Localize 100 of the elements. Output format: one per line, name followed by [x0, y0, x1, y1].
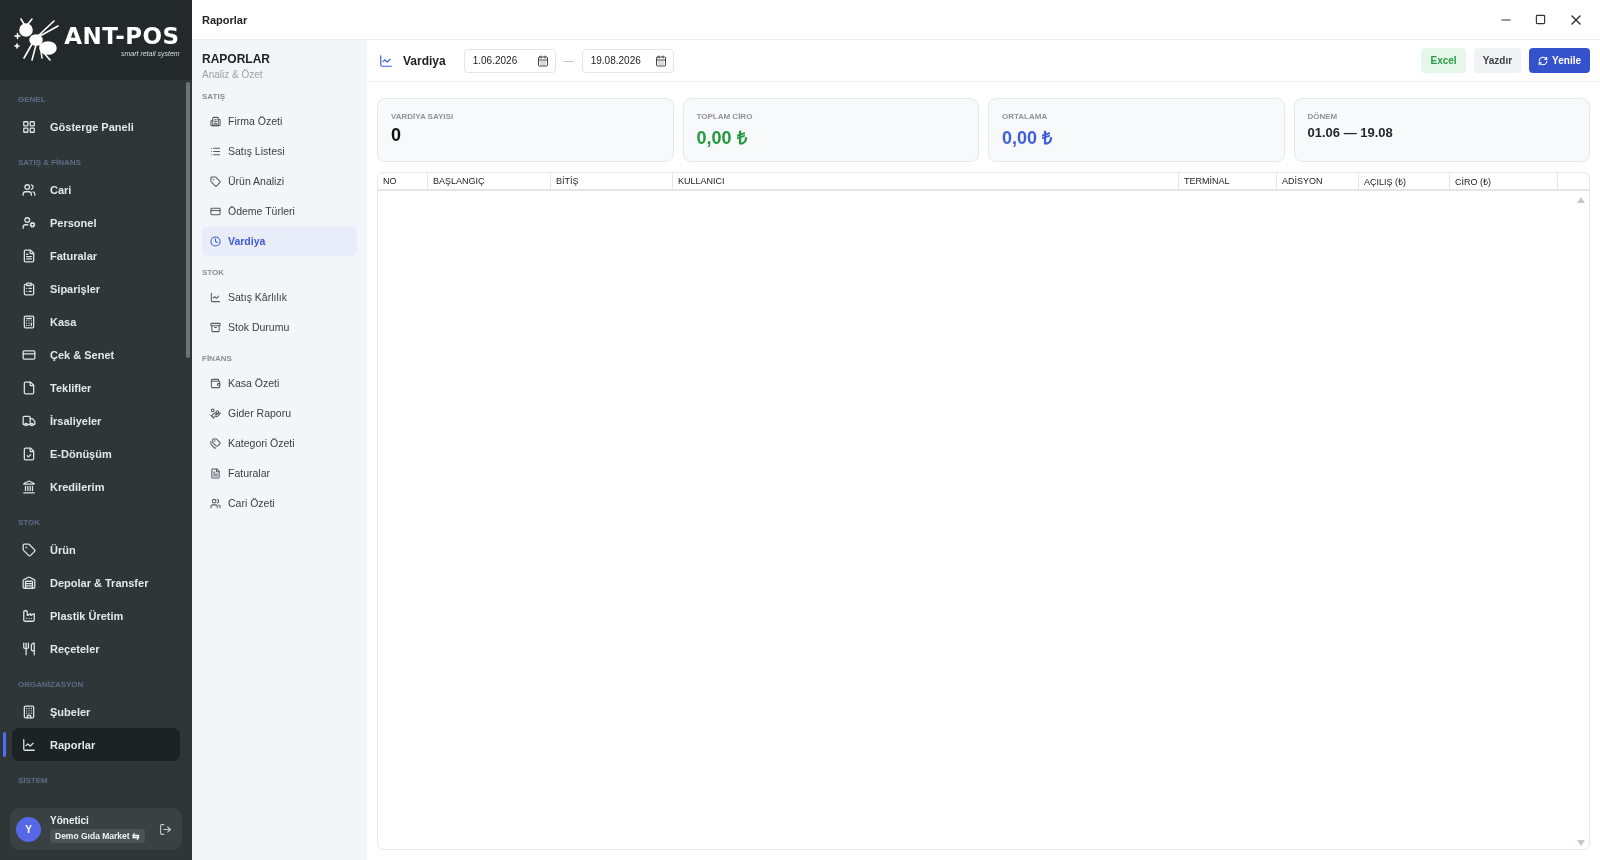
sidebar-item[interactable]: Cari: [12, 173, 180, 206]
refresh-icon: [1538, 55, 1549, 66]
report-menu-item[interactable]: Stok Durumu: [202, 312, 357, 342]
report-menu-item[interactable]: Faturalar: [202, 458, 357, 488]
report-menu-item[interactable]: Cari Özeti: [202, 488, 357, 518]
section-label: SATIŞ & FİNANS: [17, 157, 82, 169]
archive-icon: [210, 321, 221, 333]
column-header[interactable]: BAŞLANGIÇ: [428, 173, 551, 189]
date-field[interactable]: 19.08.2026: [581, 48, 674, 73]
date-field[interactable]: 1.06.2026: [463, 48, 556, 73]
stat-label: ORTALAMA: [1002, 112, 1048, 121]
line-chart-icon: [210, 291, 221, 303]
sidebar-item[interactable]: Depolar & Transfer: [12, 566, 180, 599]
column-header[interactable]: KULLANICI: [673, 173, 1179, 189]
range-separator: —: [563, 55, 574, 66]
logo-name: ANT-POS: [64, 23, 180, 49]
sidebar-item[interactable]: Teklifler: [12, 371, 180, 404]
branch-badge: Demo Gıda Market ⇆: [50, 829, 145, 843]
tag-icon: [210, 175, 221, 187]
maximize-icon[interactable]: [1535, 14, 1546, 25]
report-menu-item[interactable]: Ödeme Türleri: [202, 196, 357, 226]
section-label: SATIŞ: [202, 91, 226, 103]
sidebar-item[interactable]: Kredilerim: [12, 470, 180, 503]
coins-icon: [210, 407, 221, 419]
logout-icon[interactable]: [159, 822, 172, 836]
clock-icon: [210, 235, 221, 247]
stat-label: TOPLAM CİRO: [696, 112, 753, 121]
line-chart-icon: [379, 53, 393, 68]
user-avatar: Y: [16, 816, 41, 842]
sidebar-item[interactable]: Faturalar: [12, 239, 180, 272]
refresh-button[interactable]: Yenile: [1529, 48, 1590, 73]
calendar-icon: [654, 54, 667, 67]
report-menu-item[interactable]: Vardiya: [202, 226, 357, 256]
report-menu-item[interactable]: Satış Kârlılık: [202, 282, 357, 312]
warehouse-icon: [22, 575, 36, 590]
column-header[interactable]: BİTİŞ: [551, 173, 673, 189]
menu-subtitle: Analiz & Özet: [202, 69, 264, 80]
sidebar-item[interactable]: Kasa: [12, 305, 180, 338]
report-menu-item[interactable]: Ürün Analizi: [202, 166, 357, 196]
users-icon: [22, 182, 36, 197]
section-label: FİNANS: [202, 353, 233, 365]
stat-label: DÖNEM: [1307, 112, 1338, 121]
section-label: STOK: [17, 517, 42, 529]
sidebar-item[interactable]: İrsaliyeler: [12, 404, 180, 437]
window-title: Raporlar: [202, 13, 248, 26]
tag-icon: [22, 542, 36, 557]
column-header[interactable]: NO: [378, 173, 428, 189]
section-label: ORGANİZASYON: [17, 679, 85, 691]
column-header[interactable]: CİRO (₺): [1450, 173, 1558, 189]
report-menu-item[interactable]: Gider Raporu: [202, 398, 357, 428]
scroll-up-icon[interactable]: [1577, 197, 1585, 203]
line-chart-icon: [22, 737, 36, 752]
utensils-icon: [22, 641, 36, 656]
sidebar-item[interactable]: Gösterge Paneli: [12, 110, 180, 143]
report-menu-item[interactable]: Kasa Özeti: [202, 368, 357, 398]
tags-icon: [210, 437, 221, 449]
wallet-icon: [210, 377, 221, 389]
report-menu-item[interactable]: Kategori Özeti: [202, 428, 357, 458]
column-header[interactable]: ADİSYON: [1277, 173, 1359, 189]
sidebar-item[interactable]: Plastik Üretim: [12, 599, 180, 632]
section-label: SİSTEM: [17, 775, 49, 787]
section-label: STOK: [202, 267, 226, 279]
card-icon: [210, 205, 221, 217]
bank-icon: [22, 479, 36, 494]
file-icon: [22, 380, 36, 395]
grid-icon: [22, 119, 36, 134]
user-name: Yönetici: [50, 815, 90, 826]
sidebar-item[interactable]: Ürün: [12, 533, 180, 566]
report-title: Vardiya: [403, 53, 446, 68]
stat-value: 0: [391, 125, 401, 146]
menu-title: RAPORLAR: [202, 52, 271, 66]
scrollbar[interactable]: [186, 82, 190, 358]
sidebar-item[interactable]: E-Dönüşüm: [12, 437, 180, 470]
report-menu-item[interactable]: Satış Listesi: [202, 136, 357, 166]
section-label: GENEL: [17, 94, 47, 106]
print-button[interactable]: Yazdır: [1473, 48, 1522, 73]
building-icon: [22, 704, 36, 719]
column-header[interactable]: AÇILIŞ (₺): [1359, 173, 1450, 189]
truck-icon: [22, 413, 36, 428]
active-indicator: [3, 732, 6, 757]
file-check-icon: [22, 446, 36, 461]
sidebar-item[interactable]: Şubeler: [12, 695, 180, 728]
list-icon: [210, 145, 221, 157]
calendar-icon: [536, 54, 549, 67]
report-menu-item[interactable]: Firma Özeti: [202, 106, 357, 136]
stat-label: VARDİYA SAYISI: [391, 112, 454, 121]
scroll-down-icon[interactable]: [1577, 840, 1585, 846]
document-icon: [210, 467, 221, 479]
clipboard-icon: [22, 281, 36, 296]
sidebar-item[interactable]: Personel: [12, 206, 180, 239]
cash-register-icon: [22, 314, 36, 329]
column-header[interactable]: TERMİNAL: [1179, 173, 1277, 189]
sidebar-item[interactable]: Çek & Senet: [12, 338, 180, 371]
stat-value: 0,00 ₺: [696, 127, 747, 149]
stat-value: 01.06 — 19.08: [1307, 125, 1393, 140]
stat-value: 0,00 ₺: [1002, 127, 1053, 149]
sidebar-item[interactable]: Reçeteler: [12, 632, 180, 665]
factory-icon: [22, 608, 36, 623]
sidebar-item[interactable]: Siparişler: [12, 272, 180, 305]
building-icon: [210, 115, 221, 127]
